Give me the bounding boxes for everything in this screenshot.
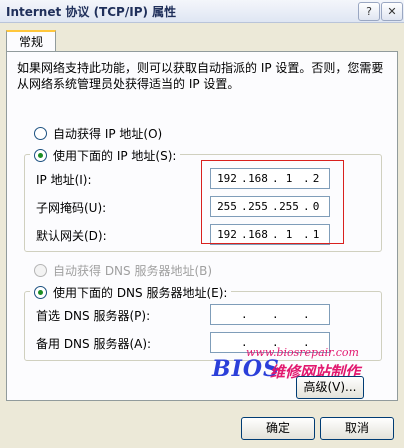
advanced-button[interactable]: 高级(V)...: [296, 376, 364, 399]
ok-button[interactable]: 确定: [241, 417, 315, 440]
highlight-box: [201, 160, 344, 244]
auto-ip-label: 自动获得 IP 地址(O): [53, 127, 163, 141]
preferred-dns-input[interactable]: . . .: [210, 304, 330, 325]
radio-button-checked[interactable]: [34, 149, 47, 162]
dot: .: [241, 308, 248, 321]
auto-ip-radio[interactable]: 自动获得 IP 地址(O): [34, 125, 162, 142]
help-button[interactable]: ?: [358, 2, 380, 21]
radio-button[interactable]: [34, 127, 47, 140]
manual-ip-radio[interactable]: 使用下面的 IP 地址(S):: [30, 147, 181, 164]
manual-dns-radio[interactable]: 使用下面的 DNS 服务器地址(E):: [30, 284, 232, 301]
dot: .: [303, 308, 310, 321]
radio-button-checked[interactable]: [34, 286, 47, 299]
dot: .: [272, 308, 279, 321]
radio-button-disabled[interactable]: [34, 264, 47, 277]
manual-ip-label: 使用下面的 IP 地址(S):: [53, 149, 177, 163]
window-title: Internet 协议 (TCP/IP) 属性: [6, 5, 177, 19]
preferred-dns-label: 首选 DNS 服务器(P):: [36, 309, 151, 323]
close-button[interactable]: ✕: [381, 2, 403, 21]
tab-general[interactable]: 常规: [6, 30, 56, 52]
subnet-mask-label: 子网掩码(U):: [36, 201, 107, 215]
cancel-button[interactable]: 取消: [320, 417, 394, 440]
manual-dns-label: 使用下面的 DNS 服务器地址(E):: [53, 286, 228, 300]
alternate-dns-label: 备用 DNS 服务器(A):: [36, 337, 152, 351]
ip-address-label: IP 地址(I):: [36, 173, 92, 187]
description-text: 如果网络支持此功能，则可以获取自动指派的 IP 设置。否则，您需要从网络系统管理…: [17, 61, 384, 91]
auto-dns-label: 自动获得 DNS 服务器地址(B): [53, 264, 213, 278]
auto-dns-radio[interactable]: 自动获得 DNS 服务器地址(B): [34, 262, 212, 279]
title-bar: Internet 协议 (TCP/IP) 属性 ? ✕: [0, 0, 404, 23]
default-gateway-label: 默认网关(D):: [36, 229, 107, 243]
